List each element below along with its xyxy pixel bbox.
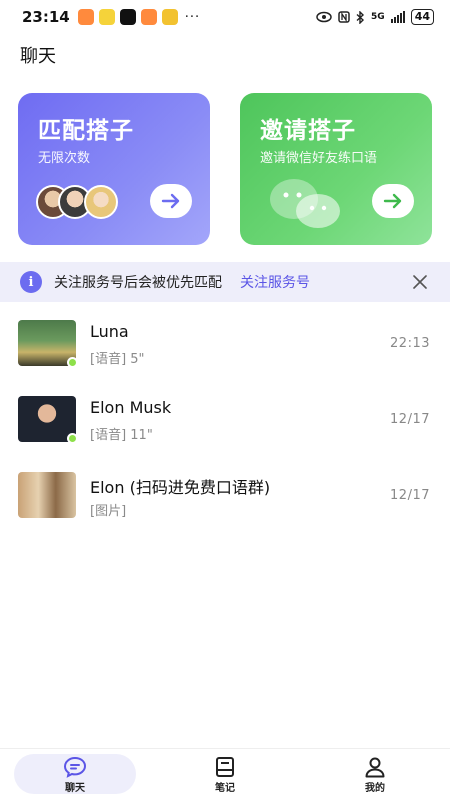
chat-list-item[interactable]: Luna [语音] 5" 22:13 [0, 320, 450, 386]
notice-text: 关注服务号后会被优先匹配 [54, 275, 222, 291]
chat-list-item[interactable]: Elon Musk [语音] 11" 12/17 [0, 396, 450, 462]
notification-app-icon [77, 9, 94, 25]
invite-arrow-button[interactable] [372, 184, 414, 218]
chat-name: Elon Musk [90, 398, 172, 417]
arrow-right-icon [161, 193, 180, 209]
status-bar: 23:14 ··· 5G 44 [0, 0, 450, 34]
chat-preview: [语音] 11" [90, 428, 153, 443]
tab-profile[interactable]: 我的 [300, 749, 450, 800]
tab-chat[interactable]: 聊天 [0, 749, 150, 800]
nfc-icon [338, 11, 350, 23]
tab-profile-label: 我的 [365, 782, 385, 794]
notification-app-icon [98, 9, 115, 25]
close-notice-button[interactable] [410, 272, 430, 292]
close-icon [413, 275, 427, 289]
eye-icon [316, 11, 332, 23]
bottom-navigation: 聊天 笔记 我的 [0, 748, 450, 800]
info-icon: i [20, 271, 42, 293]
follow-service-link[interactable]: 关注服务号 [240, 272, 310, 292]
status-indicators: 5G 44 [316, 9, 434, 25]
chat-name: Elon (扫码进免费口语群) [90, 478, 271, 497]
tab-chat-label: 聊天 [65, 782, 85, 794]
avatar-stack [36, 185, 136, 219]
arrow-right-icon [383, 193, 402, 209]
chat-name: Luna [90, 322, 129, 341]
avatar [84, 185, 118, 219]
invite-card-subtitle: 邀请微信好友练口语 [260, 151, 378, 166]
wechat-icon [270, 179, 340, 228]
avatar [18, 472, 76, 518]
bluetooth-icon [356, 10, 365, 24]
invite-card-title: 邀请搭子 [260, 118, 356, 144]
chat-bubble-icon [63, 756, 87, 778]
status-time: 23:14 [22, 8, 70, 26]
match-arrow-button[interactable] [150, 184, 192, 218]
tab-notes[interactable]: 笔记 [150, 749, 300, 800]
match-card-subtitle: 无限次数 [38, 151, 91, 166]
person-icon [365, 757, 385, 777]
online-status-dot [67, 433, 78, 444]
follow-notice-banner: i 关注服务号后会被优先匹配 关注服务号 [0, 262, 450, 302]
online-status-dot [67, 357, 78, 368]
tab-notes-label: 笔记 [215, 782, 235, 794]
signal-icon [390, 11, 405, 23]
more-notifications-indicator: ··· [184, 9, 201, 25]
chat-time: 12/17 [390, 488, 430, 503]
match-card-title: 匹配搭子 [38, 118, 134, 144]
chat-preview: [图片] [90, 504, 127, 519]
network-type: 5G [371, 12, 385, 22]
invite-partner-card[interactable]: 邀请搭子 邀请微信好友练口语 [240, 93, 432, 245]
chat-time: 12/17 [390, 412, 430, 427]
chat-list-item[interactable]: Elon (扫码进免费口语群) [图片] 12/17 [0, 472, 450, 538]
battery-icon: 44 [410, 9, 434, 25]
notification-tiktok-icon [119, 9, 136, 25]
page-title: 聊天 [20, 46, 56, 67]
notification-app-icon [140, 9, 157, 25]
notification-app-icon [161, 9, 178, 25]
chat-time: 22:13 [390, 336, 430, 351]
chat-preview: [语音] 5" [90, 352, 145, 367]
match-partner-card[interactable]: 匹配搭子 无限次数 [18, 93, 210, 245]
notebook-icon [216, 756, 234, 777]
